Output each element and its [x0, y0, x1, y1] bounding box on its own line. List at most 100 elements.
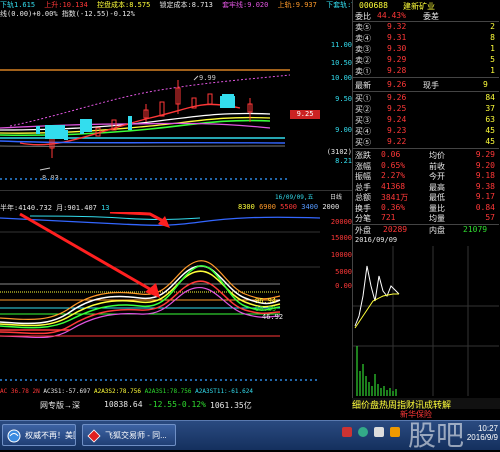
hdr-control-cost: 控盘成本:8.575	[97, 1, 150, 9]
stats-row: 分笔721均量57	[353, 213, 499, 223]
stats-row: 总手41368最高9.38	[353, 182, 499, 192]
ind-axis-5000: 5000	[320, 268, 352, 276]
date-label: 16/09/09,五	[275, 192, 314, 201]
ind-axis-15000: 15000	[320, 234, 352, 242]
price-axis-1100: 11.00	[320, 41, 352, 49]
watermark-logo: 股吧	[408, 424, 464, 448]
clock-date: 2016/9/9	[462, 433, 498, 442]
sell-label: 卖③	[355, 44, 371, 55]
buy-vol: 84	[485, 93, 495, 102]
tray-icon-white[interactable]	[374, 427, 384, 437]
buy-vol: 37	[485, 104, 495, 113]
sell-vol: 5	[490, 55, 495, 64]
half-year-value: 半年:4140.732	[0, 204, 52, 212]
stat-label: 振幅	[355, 171, 371, 182]
inner-label: 内盘	[429, 225, 445, 236]
buy-row[interactable]: 买④9.2345	[353, 126, 499, 136]
tray-icon-red[interactable]	[342, 427, 352, 437]
chart-area[interactable]: 下轨1.615 上升:10.134 控盘成本:8.575 锁定成本:8.713 …	[0, 0, 352, 398]
stat-value: 721	[381, 213, 395, 222]
sell-label: 卖①	[355, 66, 371, 77]
browser-icon	[7, 429, 21, 443]
scale-2000: 2000	[322, 203, 339, 211]
outer-inner-row: 外盘 20289 内盘 21079	[353, 225, 499, 235]
task1-label: 权威不再！美国...	[25, 431, 76, 440]
sell-row[interactable]: 卖③ 9.30 1	[353, 44, 499, 54]
buy-label: 买②	[355, 104, 371, 115]
hdr-rise: 上升:10.134	[44, 1, 88, 9]
buy-row[interactable]: 买② 9.25 37	[353, 104, 499, 114]
stat-label: 量比	[429, 203, 445, 214]
price-axis-900: 9.00	[320, 126, 352, 134]
stats-row: 总额3841万最低9.17	[353, 192, 499, 202]
news-strip[interactable]: 细价盘热周指财讯成转解 新华保险	[352, 398, 500, 420]
ticker-index: 10838.64	[104, 400, 143, 409]
month-value: 月:901.407	[56, 204, 97, 212]
stat-label: 总额	[355, 192, 371, 203]
stat-label: 涨幅	[355, 161, 371, 172]
stat-label: 前收	[429, 161, 445, 172]
buy-label: 买③	[355, 115, 371, 126]
sell-row[interactable]: 卖④9.318	[353, 33, 499, 43]
ticker-amount: 1061.35亿	[210, 400, 252, 411]
sell-price: 9.30	[387, 44, 406, 53]
buy-row[interactable]: 买①9.2684	[353, 93, 499, 103]
index-ticker[interactable]: 网专版→深 10838.64 -12.55 -0.12% 1061.35亿	[0, 398, 352, 411]
last-hand-label: 现手	[423, 80, 439, 91]
mini-date-row: 2016/09/09	[353, 236, 499, 246]
stats-row: 振幅2.27%今开9.18	[353, 171, 499, 181]
windows-taskbar: 权威不再！美国... 飞狐交易师 - 同... 股吧 10:27 2016/9/…	[0, 420, 500, 450]
last-hand-value: 9	[483, 80, 488, 89]
bottom-ind-e: A2A3ST11:-61.624	[195, 388, 253, 395]
sell-vol: 2	[490, 22, 495, 31]
ma-blue	[0, 141, 285, 143]
ticker-change: -12.55	[148, 400, 177, 409]
stat-value: 9.17	[476, 192, 495, 201]
sell-vol: 1	[490, 44, 495, 53]
buy-vol: 63	[485, 115, 495, 124]
last-row: 最新 9.26 现手 9	[353, 80, 499, 90]
buy-label: 买⑤	[355, 137, 371, 148]
buy-row[interactable]: 买⑤9.2245	[353, 137, 499, 147]
sell-row[interactable]: 卖②9.295	[353, 55, 499, 65]
sell-row[interactable]: 卖①9.281	[353, 66, 499, 76]
stat-value: 9.20	[476, 161, 495, 170]
order-book-panel: 000688 建新矿业 委比 44.43% 委差 卖⑤9.322卖④9.318卖…	[352, 0, 500, 398]
buy-vol: 45	[485, 137, 495, 146]
indicator-chart-svg	[0, 212, 352, 387]
scale-6900: 6900	[259, 203, 276, 211]
indicator-header-main: 下轨1.615 上升:10.134 控盘成本:8.575 锁定成本:8.713 …	[0, 0, 352, 9]
stats-row: 涨幅0.65%前收9.20	[353, 161, 499, 171]
clock-time: 10:27	[462, 424, 498, 433]
stat-value: 9.38	[476, 182, 495, 191]
tray-icon-orange[interactable]	[390, 427, 400, 437]
osc-white	[0, 266, 280, 323]
stat-value: 0.06	[381, 150, 400, 159]
last-price: 9.26	[387, 80, 406, 89]
stat-value: 9.18	[476, 171, 495, 180]
period-label: 日线	[330, 192, 342, 201]
stat-label: 最高	[429, 182, 445, 193]
task-browser[interactable]: 权威不再！美国...	[2, 424, 76, 446]
price-axis-950: 9.50	[320, 95, 352, 103]
task-trading-app[interactable]: 飞狐交易师 - 同...	[82, 424, 176, 446]
stat-value: 0.84	[476, 203, 495, 212]
clock[interactable]: 10:27 2016/9/9	[462, 424, 498, 442]
buy-row[interactable]: 买③9.2463	[353, 115, 499, 125]
ind-label-upper: 96.94	[255, 297, 276, 305]
tray-icon-green[interactable]	[358, 427, 368, 437]
outer-value: 20289	[383, 225, 407, 234]
price-axis-1000: 10.00	[320, 74, 352, 82]
kline-high-label: 9.99	[199, 74, 216, 82]
buy-price: 9.25	[387, 104, 406, 113]
indicator2-header: 半年:4140.732 月:901.407 13 8300 6900 5500 …	[0, 203, 352, 212]
outer-label: 外盘	[355, 225, 371, 236]
sell-row[interactable]: 卖⑤9.322	[353, 22, 499, 32]
price-block-3	[220, 96, 235, 108]
stat-label: 分笔	[355, 213, 371, 224]
ind-label-lower: 46.92	[262, 313, 283, 321]
mini-intraday-chart[interactable]	[353, 246, 499, 396]
last-label: 最新	[355, 80, 371, 91]
scale-3400: 3400	[301, 203, 318, 211]
indicator-header-sub: 线(0.00)+0.00% 指数(-12.55)-0.12%	[0, 9, 300, 18]
